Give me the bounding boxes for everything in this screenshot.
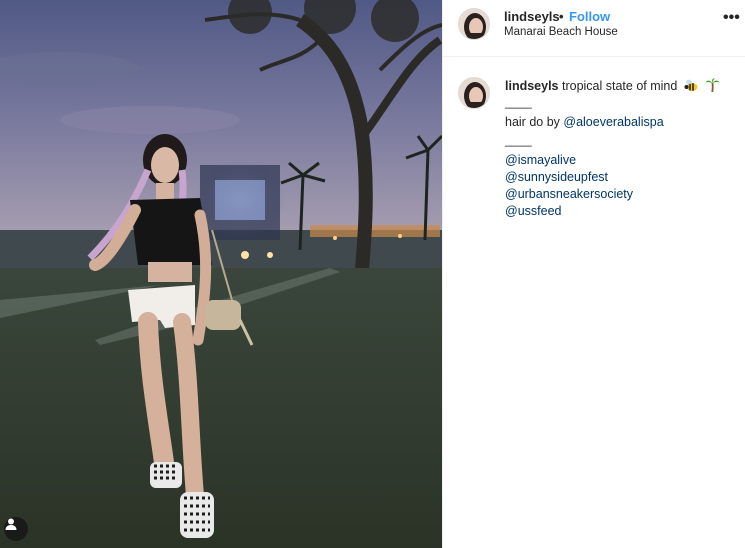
location-link[interactable]: Manarai Beach House bbox=[504, 26, 618, 38]
header-username-link[interactable]: lindseyls bbox=[504, 9, 560, 24]
bee-emoji-icon bbox=[684, 79, 699, 97]
caption-text: tropical state of mind bbox=[561, 79, 678, 93]
more-options-button[interactable]: ••• bbox=[723, 9, 740, 27]
avatar[interactable] bbox=[458, 8, 490, 40]
mention-row: @ussfeed bbox=[505, 203, 737, 220]
caption-first-line: lindseyls tropical state of mind bbox=[505, 78, 737, 97]
person-icon bbox=[5, 518, 17, 530]
credit-prefix: hair do by bbox=[505, 115, 560, 129]
mention-link[interactable]: @ismayalive bbox=[505, 152, 576, 169]
mention-row: @sunnysideupfest bbox=[505, 169, 737, 186]
profile-photo-icon bbox=[459, 78, 489, 108]
caption-divider: ____ bbox=[505, 95, 532, 109]
mention-row: @ismayalive bbox=[505, 152, 737, 169]
mention-link[interactable]: @sunnysideupfest bbox=[505, 169, 608, 186]
post-sidebar: lindseyls • Follow Manarai Beach House •… bbox=[442, 0, 745, 548]
mention-link[interactable]: @ussfeed bbox=[505, 203, 561, 220]
mention-link[interactable]: @urbansneakersociety bbox=[505, 186, 633, 203]
caption-divider: ____ bbox=[505, 133, 532, 147]
post-header: lindseyls • Follow Manarai Beach House •… bbox=[443, 0, 745, 57]
credit-line: hair do by @aloeverabalispa bbox=[505, 114, 737, 131]
header-separator: • bbox=[559, 9, 564, 24]
follow-button[interactable]: Follow bbox=[569, 9, 610, 24]
caption-body: lindseyls tropical state of mind ____ ha… bbox=[505, 78, 737, 220]
palm-tree-icon bbox=[705, 78, 720, 97]
caption-username-link[interactable]: lindseyls bbox=[505, 79, 559, 93]
tagged-users-button[interactable] bbox=[4, 517, 28, 541]
profile-photo-icon bbox=[459, 9, 489, 39]
photo-scene bbox=[0, 0, 442, 548]
mention-row: @urbansneakersociety bbox=[505, 186, 737, 203]
caption-avatar[interactable] bbox=[458, 77, 490, 109]
mention-link[interactable]: @aloeverabalispa bbox=[563, 114, 663, 131]
post-photo[interactable] bbox=[0, 0, 442, 548]
